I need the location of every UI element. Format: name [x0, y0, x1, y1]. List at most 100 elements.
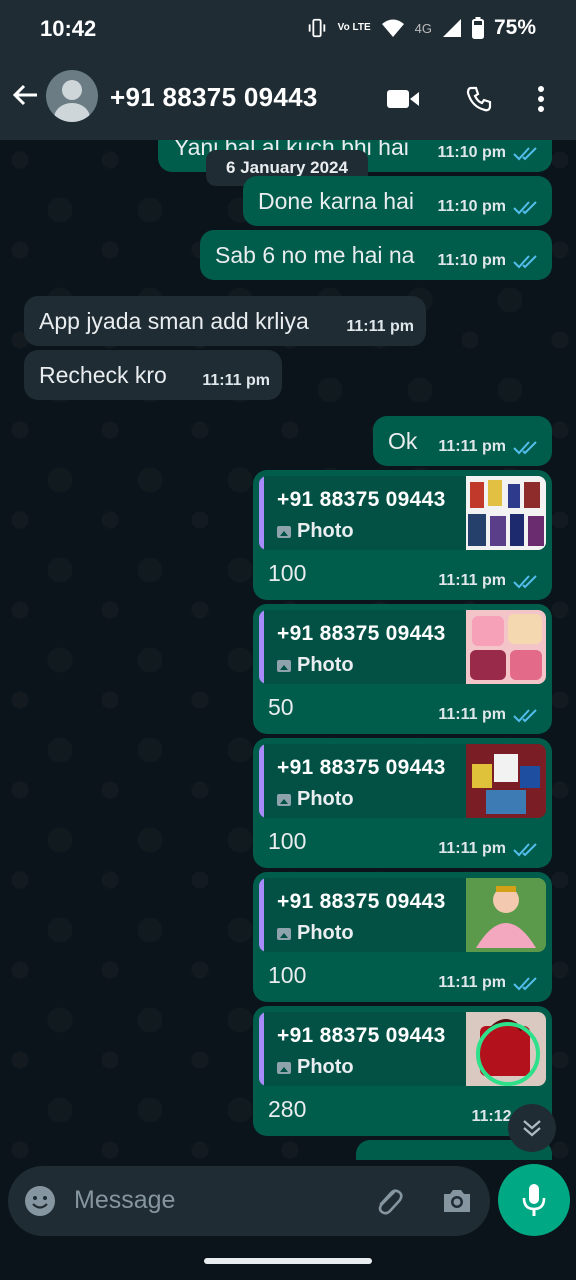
message-meta: 11:11 pm [438, 706, 540, 724]
emoji-icon[interactable] [24, 1185, 56, 1217]
read-ticks-icon [513, 201, 537, 215]
message-meta: 11:10 pm [438, 144, 540, 162]
back-arrow-icon[interactable] [10, 80, 40, 110]
message-bubble-out[interactable]: Ok 11:11 pm [373, 416, 552, 466]
message-meta: 11:11 pm [438, 572, 540, 590]
double-chevron-down-icon [523, 1120, 541, 1137]
status-bar: 10:42 Vo LTE 4G 75% [0, 0, 576, 56]
photo-icon [277, 793, 291, 806]
chat-area[interactable]: Yani bal al kuch bhi hai 11:10 pm 6 Janu… [0, 140, 576, 1160]
video-call-icon[interactable] [386, 82, 420, 116]
read-ticks-icon [513, 147, 537, 161]
reply-bubble[interactable]: +91 88375 09443 Photo 100 11:11 pm [253, 470, 552, 600]
reply-text: 50 [268, 694, 294, 720]
mic-button[interactable] [498, 1164, 570, 1236]
message-composer[interactable]: Message [8, 1166, 490, 1236]
photo-thumbnail [466, 878, 546, 952]
home-indicator[interactable] [204, 1258, 372, 1264]
message-input[interactable]: Message [74, 1186, 175, 1215]
message-meta: 11:11 pm [202, 372, 270, 390]
quoted-message[interactable]: +91 88375 09443 Photo [259, 878, 546, 952]
message-text: Recheck kro [39, 362, 167, 388]
avatar[interactable] [46, 70, 98, 122]
read-ticks-icon [513, 843, 537, 857]
quoted-message[interactable]: +91 88375 09443 Photo [259, 1012, 546, 1086]
message-meta: 11:11 pm [438, 840, 540, 858]
camera-icon[interactable] [440, 1184, 474, 1218]
quoted-type: Photo [277, 1056, 354, 1079]
reply-text: 100 [268, 962, 307, 988]
read-ticks-icon [513, 255, 537, 269]
wifi-icon [381, 19, 404, 37]
photo-thumbnail [466, 744, 546, 818]
message-text: Done karna hai [258, 188, 414, 214]
quoted-type: Photo [277, 922, 354, 945]
message-time: 11:11 pm [438, 706, 506, 723]
message-text: Sab 6 no me hai na [215, 242, 415, 268]
quoted-type-label: Photo [297, 788, 354, 810]
quoted-sender: +91 88375 09443 [277, 1024, 446, 1047]
reply-bubble[interactable]: +91 88375 09443 Photo 50 11:11 pm [253, 604, 552, 734]
message-meta: 11:10 pm [438, 198, 540, 216]
message-time: 11:11 pm [438, 840, 506, 857]
message-meta: 11:11 pm [438, 974, 540, 992]
read-ticks-icon [513, 709, 537, 723]
quoted-type-label: Photo [297, 922, 354, 944]
network-label: 4G [414, 20, 432, 36]
message-time: 11:11 pm [438, 438, 506, 455]
read-ticks-icon [513, 977, 537, 991]
photo-thumbnail [466, 1012, 546, 1086]
message-bubble-in[interactable]: Recheck kro 11:11 pm [24, 350, 282, 400]
message-bubble-out[interactable]: Done karna hai 11:10 pm [243, 176, 552, 226]
more-icon[interactable] [524, 82, 558, 116]
message-time: 11:10 pm [437, 144, 506, 161]
contact-name[interactable]: +91 88375 09443 [110, 82, 318, 113]
message-meta: 11:10 pm [438, 252, 540, 270]
quoted-message[interactable]: +91 88375 09443 Photo [259, 610, 546, 684]
volte-label: Vo LTE [337, 22, 371, 33]
reply-text: 100 [268, 560, 307, 586]
quoted-type: Photo [277, 788, 354, 811]
reply-text: 100 [268, 828, 307, 854]
quoted-message[interactable]: +91 88375 09443 Photo [259, 476, 546, 550]
reply-bubble[interactable]: +91 88375 09443 Photo 100 11:11 pm [253, 738, 552, 868]
photo-icon [277, 1061, 291, 1074]
battery-icon [471, 17, 484, 39]
quoted-sender: +91 88375 09443 [277, 890, 446, 913]
message-time: 11:10 pm [437, 252, 506, 269]
message-meta: 11:11 pm [346, 318, 414, 336]
quoted-type-label: Photo [297, 520, 354, 542]
photo-icon [277, 927, 291, 940]
photo-icon [277, 659, 291, 672]
message-text: App jyada sman add krliya [39, 308, 309, 334]
message-text: Ok [388, 428, 418, 454]
voice-call-icon[interactable] [462, 82, 496, 116]
reply-text: 280 [268, 1096, 307, 1122]
reply-bubble[interactable]: +91 88375 09443 Photo 100 11:11 pm [253, 872, 552, 1002]
quoted-type: Photo [277, 654, 354, 677]
photo-thumbnail [466, 610, 546, 684]
quoted-sender: +91 88375 09443 [277, 622, 446, 645]
signal-icon [442, 19, 461, 37]
attach-icon[interactable] [372, 1184, 406, 1218]
read-ticks-icon [513, 575, 537, 589]
quoted-type-label: Photo [297, 1056, 354, 1078]
message-bubble-out[interactable]: Sab 6 no me hai na 11:10 pm [200, 230, 552, 280]
reply-bubble[interactable]: +91 88375 09443 Photo 280 11:12 pm [253, 1006, 552, 1136]
message-time: 11:10 pm [437, 198, 506, 215]
quoted-type: Photo [277, 520, 354, 543]
scroll-to-bottom-button[interactable] [508, 1104, 556, 1152]
status-icons: Vo LTE 4G 75% [306, 16, 536, 40]
quoted-sender: +91 88375 09443 [277, 756, 446, 779]
battery-percent: 75% [493, 16, 536, 39]
read-ticks-icon [513, 441, 537, 455]
message-time: 11:11 pm [438, 572, 506, 589]
message-time: 11:11 pm [346, 318, 414, 335]
vibrate-icon [308, 18, 325, 38]
quoted-message[interactable]: +91 88375 09443 Photo [259, 744, 546, 818]
message-bubble-in[interactable]: App jyada sman add krliya 11:11 pm [24, 296, 426, 346]
message-time: 11:11 pm [202, 372, 270, 389]
quoted-type-label: Photo [297, 654, 354, 676]
chat-header: +91 88375 09443 [0, 56, 576, 140]
photo-icon [277, 525, 291, 538]
